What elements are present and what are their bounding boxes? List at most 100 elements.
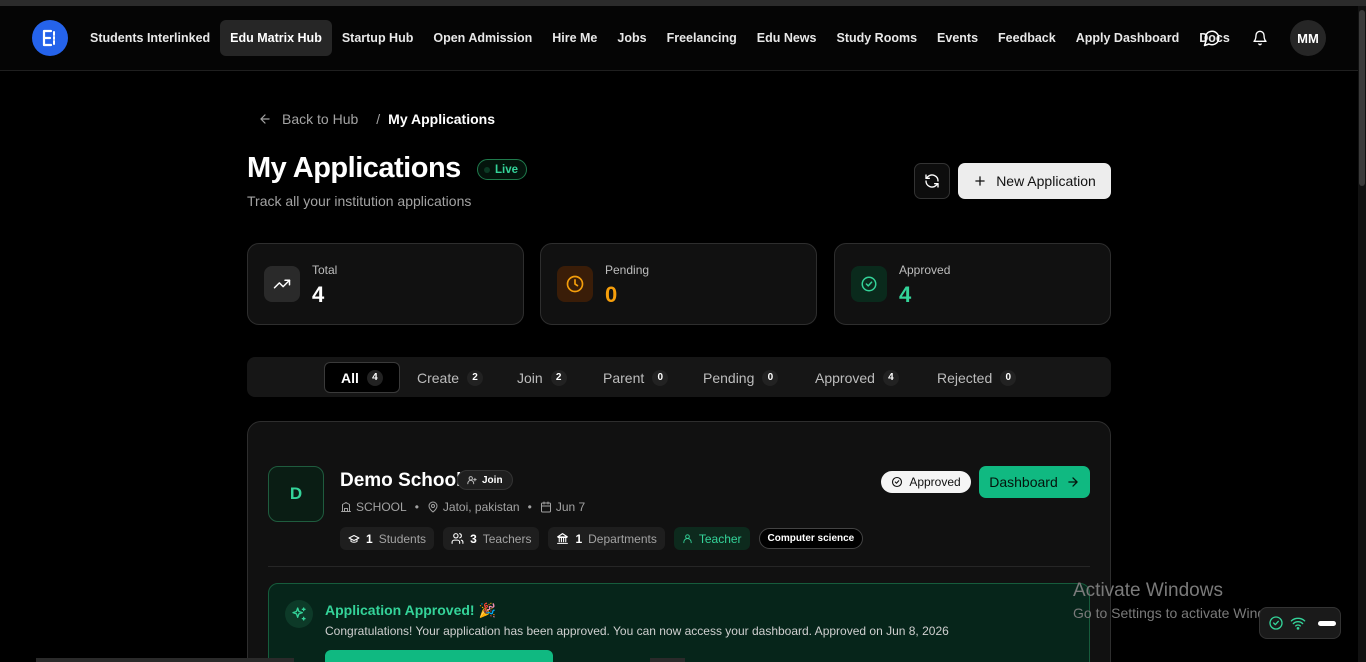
- tab-label: All: [341, 369, 359, 386]
- map-pin-icon: [428, 501, 438, 513]
- meta-location-text: Jatoi, pakistan: [442, 500, 520, 514]
- sparkles-icon: [285, 600, 313, 628]
- approved-text: Congratulations! Your application has be…: [325, 624, 949, 638]
- new-application-button[interactable]: New Application: [958, 163, 1111, 199]
- school-avatar: D: [268, 466, 324, 522]
- nav-menu: Students Interlinked Edu Matrix Hub Star…: [80, 20, 1240, 56]
- tab-rejected[interactable]: Rejected 0: [937, 362, 1017, 393]
- graduation-cap-icon: [348, 534, 360, 543]
- back-to-hub-link[interactable]: Back to Hub: [258, 111, 358, 127]
- stat-label: Approved: [899, 263, 951, 277]
- live-badge: Live: [477, 159, 528, 180]
- new-application-label: New Application: [996, 173, 1096, 189]
- tab-count: 0: [1000, 369, 1017, 386]
- role-chip: Teacher: [673, 527, 750, 550]
- system-tray-widget[interactable]: [1259, 607, 1341, 639]
- meta-date: Jun 7: [540, 500, 585, 514]
- students-count: 1: [366, 531, 373, 546]
- tab-create[interactable]: Create 2: [417, 362, 484, 393]
- plus-icon: [975, 176, 985, 186]
- nav-item-events[interactable]: Events: [927, 20, 988, 56]
- role-label: Teacher: [698, 531, 742, 546]
- departments-label: Departments: [588, 531, 657, 546]
- tab-label: Rejected: [937, 369, 993, 386]
- nav-item-study-rooms[interactable]: Study Rooms: [826, 20, 927, 56]
- meta-category: SCHOOL: [340, 500, 407, 514]
- tab-label: Parent: [603, 369, 645, 386]
- teachers-label: Teachers: [482, 531, 532, 546]
- nav-item-startup-hub[interactable]: Startup Hub: [332, 20, 424, 56]
- tab-parent[interactable]: Parent 0: [603, 362, 669, 393]
- refresh-button[interactable]: [914, 163, 950, 199]
- school-name: Demo School: [340, 470, 462, 491]
- user-icon: [683, 534, 692, 544]
- nav-item-edu-news[interactable]: Edu News: [747, 20, 827, 56]
- building-icon: [341, 502, 351, 512]
- card-divider: [268, 566, 1090, 567]
- application-chips: 1 Students 3 Teachers 1 Departments Teac…: [340, 527, 864, 550]
- back-to-hub-label: Back to Hub: [282, 111, 359, 127]
- bell-icon[interactable]: [1250, 28, 1270, 48]
- stat-value: 4: [899, 282, 912, 307]
- trending-up-icon: [264, 266, 300, 302]
- refresh-icon: [925, 174, 939, 188]
- tab-pending[interactable]: Pending 0: [703, 362, 779, 393]
- check-circle-icon: [851, 266, 887, 302]
- status-badge: Approved: [881, 471, 971, 493]
- application-type-badge: Join: [457, 470, 513, 490]
- tab-count: 0: [762, 369, 779, 386]
- dashboard-button[interactable]: Dashboard: [979, 466, 1090, 498]
- nav-item-students-interlinked[interactable]: Students Interlinked: [80, 20, 220, 56]
- nav-item-open-admission[interactable]: Open Admission: [423, 20, 542, 56]
- departments-count: 1: [575, 531, 583, 546]
- nav-item-feedback[interactable]: Feedback: [988, 20, 1066, 56]
- nav-item-apply-dashboard[interactable]: Apply Dashboard: [1066, 20, 1190, 56]
- horizontal-scrollbar[interactable]: [36, 658, 294, 662]
- go-to-dashboard-button[interactable]: [325, 650, 553, 662]
- tab-count: 2: [550, 369, 567, 386]
- tab-label: Join: [517, 369, 543, 386]
- tab-label: Approved: [815, 369, 875, 386]
- stat-card-pending: Pending 0: [540, 243, 817, 325]
- wifi-icon: [1290, 617, 1306, 630]
- clock-icon: [557, 266, 593, 302]
- stat-label: Pending: [605, 263, 650, 277]
- tab-count: 4: [366, 369, 383, 386]
- nav-item-edu-matrix-hub[interactable]: Edu Matrix Hub: [220, 20, 332, 56]
- arrow-right-icon: [1068, 477, 1078, 487]
- subject-chip: Computer science: [758, 528, 864, 549]
- nav-item-jobs[interactable]: Jobs: [607, 20, 656, 56]
- nav-item-hire-me[interactable]: Hire Me: [542, 20, 607, 56]
- battery-icon: [1318, 620, 1336, 626]
- calendar-icon: [540, 501, 551, 513]
- user-avatar[interactable]: MM: [1290, 20, 1326, 56]
- horizontal-scrollbar-segment: [650, 658, 685, 662]
- watermark-title: Activate Windows: [1073, 580, 1223, 601]
- app-logo[interactable]: [32, 20, 68, 56]
- stat-card-approved: Approved 4: [834, 243, 1111, 325]
- tab-approved[interactable]: Approved 4: [815, 362, 899, 393]
- tab-label: Create: [417, 369, 460, 386]
- meta-separator: •: [414, 500, 419, 514]
- teachers-chip: 3 Teachers: [443, 527, 540, 550]
- bank-icon: [557, 533, 569, 544]
- type-badge-label: Join: [482, 474, 503, 486]
- stat-value: 4: [312, 282, 325, 307]
- approved-title: Application Approved! 🎉: [325, 602, 496, 618]
- scrollbar-thumb[interactable]: [1359, 10, 1365, 186]
- page-title: My Applications: [247, 152, 461, 184]
- stat-label: Total: [312, 263, 338, 277]
- tab-count: 2: [467, 369, 484, 386]
- tab-count: 4: [882, 369, 899, 386]
- tab-all[interactable]: All 4: [324, 362, 400, 393]
- nav-item-freelancing[interactable]: Freelancing: [657, 20, 747, 56]
- meta-separator: •: [527, 500, 532, 514]
- dashboard-label: Dashboard: [989, 474, 1058, 490]
- application-meta: SCHOOL • Jatoi, pakistan • Jun 7: [340, 499, 585, 515]
- filter-tabs: All 4 Create 2 Join 2 Parent 0 Pending 0…: [247, 357, 1111, 397]
- message-icon[interactable]: [1202, 28, 1222, 48]
- tab-join[interactable]: Join 2: [517, 362, 567, 393]
- tab-count: 0: [652, 369, 669, 386]
- meta-category-text: SCHOOL: [356, 500, 407, 514]
- meta-date-text: Jun 7: [555, 500, 586, 514]
